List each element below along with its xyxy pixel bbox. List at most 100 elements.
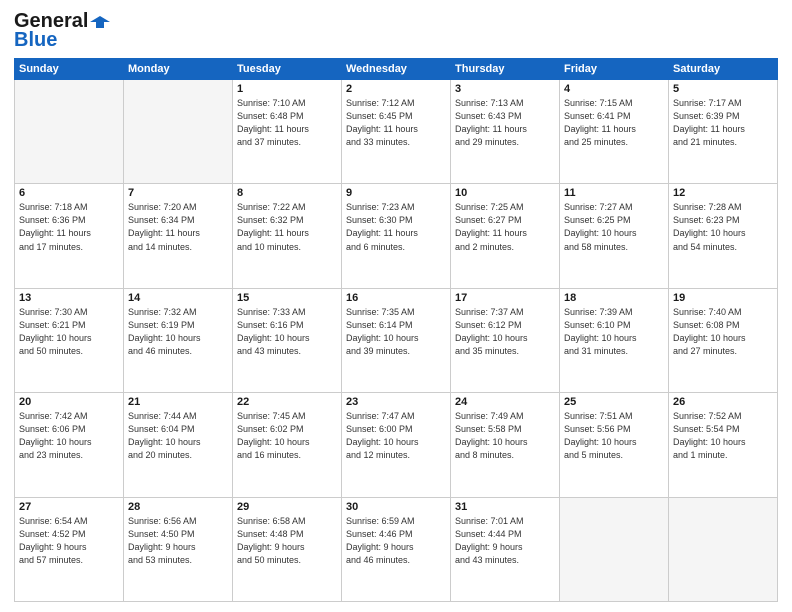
day-number: 21: [128, 396, 228, 408]
day-number: 22: [237, 396, 337, 408]
day-number: 29: [237, 501, 337, 513]
calendar-week-5: 27 Sunrise: 6:54 AM Sunset: 4:52 PM Dayli…: [15, 497, 778, 601]
day-number: 31: [455, 501, 555, 513]
calendar-week-1: 1 Sunrise: 7:10 AM Sunset: 6:48 PM Daylig…: [15, 80, 778, 184]
calendar-header-row: SundayMondayTuesdayWednesdayThursdayFrid…: [15, 59, 778, 80]
calendar-cell: 19 Sunrise: 7:40 AM Sunset: 6:08 PM Dayli…: [669, 288, 778, 392]
day-detail: Sunrise: 7:15 AM Sunset: 6:41 PM Dayligh…: [564, 97, 664, 149]
day-detail: Sunrise: 7:35 AM Sunset: 6:14 PM Dayligh…: [346, 306, 446, 358]
day-detail: Sunrise: 7:13 AM Sunset: 6:43 PM Dayligh…: [455, 97, 555, 149]
day-detail: Sunrise: 7:22 AM Sunset: 6:32 PM Dayligh…: [237, 201, 337, 253]
calendar-cell: 11 Sunrise: 7:27 AM Sunset: 6:25 PM Dayli…: [560, 184, 669, 288]
day-number: 10: [455, 187, 555, 199]
day-detail: Sunrise: 7:18 AM Sunset: 6:36 PM Dayligh…: [19, 201, 119, 253]
day-detail: Sunrise: 7:52 AM Sunset: 5:54 PM Dayligh…: [673, 410, 773, 462]
col-header-friday: Friday: [560, 59, 669, 80]
calendar-table: SundayMondayTuesdayWednesdayThursdayFrid…: [14, 58, 778, 602]
day-number: 28: [128, 501, 228, 513]
day-number: 27: [19, 501, 119, 513]
day-detail: Sunrise: 7:01 AM Sunset: 4:44 PM Dayligh…: [455, 515, 555, 567]
calendar-cell: [15, 80, 124, 184]
calendar-cell: 21 Sunrise: 7:44 AM Sunset: 6:04 PM Dayli…: [124, 393, 233, 497]
day-number: 9: [346, 187, 446, 199]
day-number: 11: [564, 187, 664, 199]
day-detail: Sunrise: 7:30 AM Sunset: 6:21 PM Dayligh…: [19, 306, 119, 358]
col-header-monday: Monday: [124, 59, 233, 80]
day-detail: Sunrise: 6:54 AM Sunset: 4:52 PM Dayligh…: [19, 515, 119, 567]
calendar-cell: 9 Sunrise: 7:23 AM Sunset: 6:30 PM Daylig…: [342, 184, 451, 288]
col-header-sunday: Sunday: [15, 59, 124, 80]
day-detail: Sunrise: 7:27 AM Sunset: 6:25 PM Dayligh…: [564, 201, 664, 253]
calendar-cell: 23 Sunrise: 7:47 AM Sunset: 6:00 PM Dayli…: [342, 393, 451, 497]
day-detail: Sunrise: 7:40 AM Sunset: 6:08 PM Dayligh…: [673, 306, 773, 358]
day-detail: Sunrise: 7:28 AM Sunset: 6:23 PM Dayligh…: [673, 201, 773, 253]
day-detail: Sunrise: 7:51 AM Sunset: 5:56 PM Dayligh…: [564, 410, 664, 462]
calendar-cell: 5 Sunrise: 7:17 AM Sunset: 6:39 PM Daylig…: [669, 80, 778, 184]
day-detail: Sunrise: 7:32 AM Sunset: 6:19 PM Dayligh…: [128, 306, 228, 358]
day-number: 15: [237, 292, 337, 304]
day-detail: Sunrise: 7:10 AM Sunset: 6:48 PM Dayligh…: [237, 97, 337, 149]
calendar-cell: 29 Sunrise: 6:58 AM Sunset: 4:48 PM Dayli…: [233, 497, 342, 601]
calendar-cell: [560, 497, 669, 601]
logo: General Blue: [14, 10, 110, 52]
day-number: 2: [346, 83, 446, 95]
day-number: 20: [19, 396, 119, 408]
day-detail: Sunrise: 7:17 AM Sunset: 6:39 PM Dayligh…: [673, 97, 773, 149]
calendar-week-2: 6Sunrise: 7:18 AM Sunset: 6:36 PM Daylig…: [15, 184, 778, 288]
day-number: 25: [564, 396, 664, 408]
header: General Blue: [14, 10, 778, 52]
day-detail: Sunrise: 7:37 AM Sunset: 6:12 PM Dayligh…: [455, 306, 555, 358]
day-detail: Sunrise: 7:25 AM Sunset: 6:27 PM Dayligh…: [455, 201, 555, 253]
day-detail: Sunrise: 7:45 AM Sunset: 6:02 PM Dayligh…: [237, 410, 337, 462]
day-detail: Sunrise: 7:20 AM Sunset: 6:34 PM Dayligh…: [128, 201, 228, 253]
day-detail: Sunrise: 7:44 AM Sunset: 6:04 PM Dayligh…: [128, 410, 228, 462]
calendar-cell: 27 Sunrise: 6:54 AM Sunset: 4:52 PM Dayli…: [15, 497, 124, 601]
day-detail: Sunrise: 6:56 AM Sunset: 4:50 PM Dayligh…: [128, 515, 228, 567]
day-number: 12: [673, 187, 773, 199]
calendar-cell: 20Sunrise: 7:42 AM Sunset: 6:06 PM Dayli…: [15, 393, 124, 497]
page: General Blue SundayMondayTuesdayWednesda…: [0, 0, 792, 612]
calendar-cell: 25 Sunrise: 7:51 AM Sunset: 5:56 PM Dayli…: [560, 393, 669, 497]
day-number: 30: [346, 501, 446, 513]
day-number: 16: [346, 292, 446, 304]
calendar-cell: 17 Sunrise: 7:37 AM Sunset: 6:12 PM Dayli…: [451, 288, 560, 392]
col-header-wednesday: Wednesday: [342, 59, 451, 80]
day-detail: Sunrise: 6:58 AM Sunset: 4:48 PM Dayligh…: [237, 515, 337, 567]
calendar-cell: 12 Sunrise: 7:28 AM Sunset: 6:23 PM Dayli…: [669, 184, 778, 288]
calendar-cell: 28 Sunrise: 6:56 AM Sunset: 4:50 PM Dayli…: [124, 497, 233, 601]
day-number: 13: [19, 292, 119, 304]
calendar-cell: 2 Sunrise: 7:12 AM Sunset: 6:45 PM Daylig…: [342, 80, 451, 184]
day-number: 18: [564, 292, 664, 304]
day-detail: Sunrise: 7:49 AM Sunset: 5:58 PM Dayligh…: [455, 410, 555, 462]
calendar-cell: 6Sunrise: 7:18 AM Sunset: 6:36 PM Daylig…: [15, 184, 124, 288]
day-number: 1: [237, 83, 337, 95]
calendar-cell: 8Sunrise: 7:22 AM Sunset: 6:32 PM Daylig…: [233, 184, 342, 288]
col-header-saturday: Saturday: [669, 59, 778, 80]
calendar-cell: 26 Sunrise: 7:52 AM Sunset: 5:54 PM Dayli…: [669, 393, 778, 497]
col-header-tuesday: Tuesday: [233, 59, 342, 80]
calendar-cell: [669, 497, 778, 601]
calendar-cell: 7 Sunrise: 7:20 AM Sunset: 6:34 PM Daylig…: [124, 184, 233, 288]
calendar-cell: 16 Sunrise: 7:35 AM Sunset: 6:14 PM Dayli…: [342, 288, 451, 392]
calendar-cell: 1 Sunrise: 7:10 AM Sunset: 6:48 PM Daylig…: [233, 80, 342, 184]
day-detail: Sunrise: 7:47 AM Sunset: 6:00 PM Dayligh…: [346, 410, 446, 462]
day-number: 4: [564, 83, 664, 95]
day-detail: Sunrise: 7:33 AM Sunset: 6:16 PM Dayligh…: [237, 306, 337, 358]
calendar-cell: 13 Sunrise: 7:30 AM Sunset: 6:21 PM Dayli…: [15, 288, 124, 392]
col-header-thursday: Thursday: [451, 59, 560, 80]
day-number: 14: [128, 292, 228, 304]
day-detail: Sunrise: 7:23 AM Sunset: 6:30 PM Dayligh…: [346, 201, 446, 253]
calendar-cell: 22 Sunrise: 7:45 AM Sunset: 6:02 PM Dayli…: [233, 393, 342, 497]
calendar-cell: [124, 80, 233, 184]
logo-bird-icon: [90, 14, 110, 30]
calendar-week-4: 20Sunrise: 7:42 AM Sunset: 6:06 PM Dayli…: [15, 393, 778, 497]
day-number: 17: [455, 292, 555, 304]
day-number: 26: [673, 396, 773, 408]
day-number: 7: [128, 187, 228, 199]
day-detail: Sunrise: 7:12 AM Sunset: 6:45 PM Dayligh…: [346, 97, 446, 149]
calendar-cell: 10 Sunrise: 7:25 AM Sunset: 6:27 PM Dayli…: [451, 184, 560, 288]
day-number: 19: [673, 292, 773, 304]
day-number: 5: [673, 83, 773, 95]
day-number: 23: [346, 396, 446, 408]
calendar-cell: 14 Sunrise: 7:32 AM Sunset: 6:19 PM Dayli…: [124, 288, 233, 392]
